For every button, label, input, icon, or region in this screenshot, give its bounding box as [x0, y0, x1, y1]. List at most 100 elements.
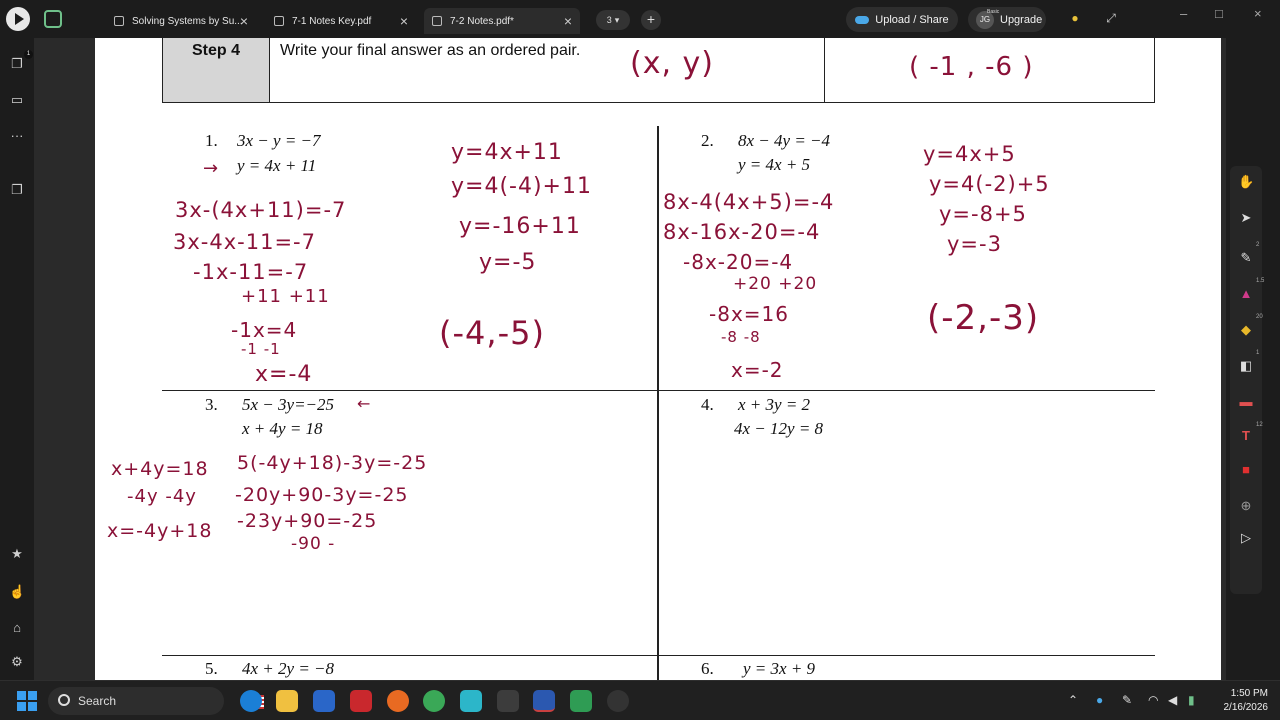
problem-equation: y = 4x + 5	[738, 155, 811, 174]
document-icon	[114, 16, 124, 26]
problem-equation: y = 4x + 11	[237, 156, 317, 175]
pen-icon[interactable]: ✎	[1238, 250, 1254, 266]
step-answer-cell: ( -1 , -6 )	[825, 38, 1154, 102]
more-icon[interactable]: ···	[9, 128, 25, 144]
windows-taskbar: Search ⌃ ● ✎ ◠ ◀ ▮ 1:50 PM 2/16/2026	[0, 680, 1280, 720]
handwritten-work: 8x-16x-20=-4	[663, 220, 821, 244]
app-window: Solving Systems by Su... × 7-1 Notes Key…	[0, 0, 1280, 720]
app-l-icon[interactable]	[350, 690, 372, 712]
file-explorer-icon[interactable]	[276, 690, 298, 712]
shape-icon[interactable]: ▬	[1238, 394, 1254, 410]
step-label: Step 4	[163, 38, 270, 102]
firefox-icon[interactable]	[387, 690, 409, 712]
handwritten-work: y=-3	[947, 232, 1002, 256]
highlighter-icon[interactable]: ◆	[1238, 322, 1254, 338]
edge-icon[interactable]	[240, 690, 262, 712]
word-icon[interactable]	[533, 690, 555, 712]
handwritten-work: x=-4	[255, 362, 313, 387]
column-divider	[657, 126, 659, 680]
close-icon[interactable]: ×	[564, 13, 572, 29]
problem-equation: 4x − 12y = 8	[734, 419, 824, 438]
eraser-icon[interactable]: ◧	[1238, 358, 1254, 374]
eraser-size: 1	[1256, 350, 1260, 356]
upload-label: Upload / Share	[875, 13, 949, 26]
pages-icon[interactable]: ❐	[9, 56, 25, 72]
upgrade-button[interactable]: JG Upgrade	[968, 7, 1046, 32]
marker-size: 1.5	[1256, 278, 1265, 284]
handwritten-work: +20 +20	[733, 274, 818, 294]
handwritten-work: 3x-(4x+11)=-7	[175, 198, 347, 222]
obs-icon[interactable]	[607, 690, 629, 712]
graduation-icon[interactable]: ⌂	[9, 620, 25, 636]
store-icon[interactable]	[313, 690, 335, 712]
handwritten-work: -90 -	[291, 534, 336, 554]
snipping-tool-icon[interactable]	[460, 690, 482, 712]
problem-number: 2.	[701, 131, 714, 150]
active-app-icon[interactable]	[570, 690, 592, 712]
battery-icon[interactable]: ▮	[1188, 693, 1195, 707]
tab-count-label: 3	[606, 15, 612, 25]
taskbar-clock[interactable]: 1:50 PM 2/16/2026	[1212, 687, 1269, 715]
marker-icon[interactable]: ▲	[1238, 286, 1254, 302]
problem-equation: 5x − 3y=−25	[242, 395, 335, 414]
problem-equation: x + 3y = 2	[738, 395, 811, 414]
pointer-icon[interactable]: ➤	[1238, 210, 1254, 226]
handwritten-work: 3x-4x-11=-7	[173, 230, 316, 254]
handwritten-work: y=4x+11	[451, 140, 563, 165]
new-document-icon[interactable]: ❐	[9, 182, 25, 198]
hand-icon[interactable]: ✋	[1238, 174, 1254, 190]
lightbulb-icon[interactable]: ●	[1068, 11, 1082, 25]
sticky-note-icon[interactable]: ■	[1238, 462, 1254, 478]
maximize-icon[interactable]: □	[1215, 6, 1223, 21]
volume-icon[interactable]: ◀	[1168, 693, 1177, 707]
tab-7-1-notes-key[interactable]: 7-1 Notes Key.pdf ×	[266, 8, 416, 34]
handwritten-work: -8 -8	[721, 328, 761, 346]
close-icon[interactable]: ×	[400, 13, 408, 29]
wifi-icon[interactable]: ◠	[1148, 693, 1158, 707]
notepad-icon[interactable]	[497, 690, 519, 712]
chrome-icon[interactable]	[423, 690, 445, 712]
tab-bar: Solving Systems by Su... × 7-1 Notes Key…	[0, 0, 1280, 38]
right-toolbar: ✋ ➤ ✎ 2 ▲ 1.5 ◆ 20 ◧ 1 ▬ T 12 ■ ⊕ ▷	[1226, 38, 1280, 680]
present-icon[interactable]: ▷	[1238, 530, 1254, 546]
add-icon[interactable]: ⊕	[1238, 498, 1254, 514]
new-tab-button[interactable]: +	[641, 10, 661, 30]
chevron-up-icon[interactable]: ⌃	[1068, 693, 1078, 707]
close-icon[interactable]: ×	[240, 13, 248, 29]
handwritten-work: +11 +11	[241, 286, 330, 307]
upgrade-label: Upgrade	[1000, 13, 1043, 26]
taskbar-search[interactable]: Search	[48, 687, 264, 715]
touch-icon[interactable]: ☝	[9, 584, 25, 600]
book-icon[interactable]: ▭	[9, 92, 25, 108]
star-icon[interactable]: ★	[9, 546, 25, 562]
windows-start-icon[interactable]	[17, 691, 37, 711]
chevron-down-icon: ▾	[614, 14, 620, 25]
handwritten-work: -1 -1	[241, 340, 281, 358]
tab-count-dropdown[interactable]: 3 ▾	[596, 10, 630, 30]
minimize-icon[interactable]: –	[1180, 6, 1187, 21]
handwritten-work: y=4(-2)+5	[929, 172, 1050, 196]
document-icon	[274, 16, 284, 26]
handwritten-arrow: ←	[357, 394, 372, 413]
pen-size: 2	[1256, 242, 1260, 248]
upload-share-button[interactable]: Upload / Share	[846, 7, 958, 32]
problem-number: 3.	[205, 395, 218, 414]
text-icon[interactable]: T	[1238, 428, 1254, 444]
microphone-icon[interactable]: ●	[1096, 693, 1103, 707]
tab-label: 7-2 Notes.pdf*	[450, 15, 514, 27]
handwritten-work: -20y+90-3y=-25	[235, 484, 409, 506]
pdf-page[interactable]: Step 4 Write your final answer as an ord…	[95, 38, 1221, 680]
home-icon[interactable]	[44, 10, 62, 28]
problem-equation: 3x − y = −7	[237, 131, 321, 150]
document-viewer[interactable]: Step 4 Write your final answer as an ord…	[34, 38, 1226, 680]
settings-gear-icon[interactable]: ⚙	[9, 654, 25, 670]
problem-equation: y = 3x + 9	[743, 659, 816, 678]
tab-7-2-notes[interactable]: 7-2 Notes.pdf* ×	[424, 8, 580, 34]
tab-solving-systems[interactable]: Solving Systems by Su... ×	[106, 8, 256, 34]
plan-badge: Basic	[987, 9, 1000, 15]
expand-icon[interactable]: ⤢	[1104, 11, 1118, 25]
pen-tray-icon[interactable]: ✎	[1122, 693, 1132, 707]
pages-badge: 1	[24, 50, 33, 59]
app-logo-icon[interactable]	[6, 7, 30, 31]
close-window-icon[interactable]: ×	[1254, 6, 1262, 21]
